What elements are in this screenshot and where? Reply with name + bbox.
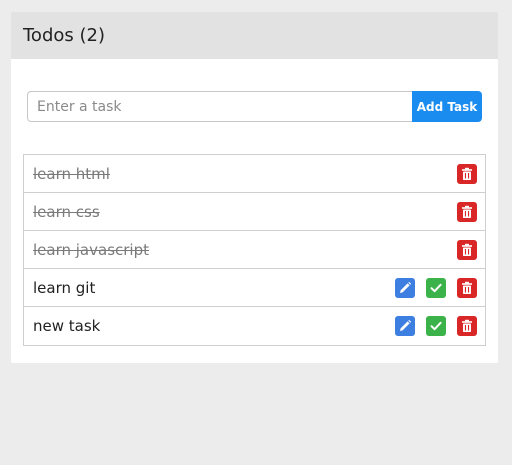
checkmark-icon — [430, 283, 442, 292]
complete-button[interactable] — [426, 316, 446, 336]
todo-item: learn css — [24, 193, 485, 231]
page-title: Todos (2) — [23, 25, 105, 46]
todo-actions — [457, 163, 477, 184]
checkmark-icon — [430, 321, 442, 331]
delete-button[interactable] — [457, 201, 477, 222]
todo-text: learn javascript — [33, 240, 149, 259]
delete-button[interactable] — [457, 163, 477, 184]
trash-icon — [462, 243, 472, 256]
todo-actions — [395, 277, 477, 298]
pencil-icon — [400, 281, 412, 293]
todo-card: Todos (2) Add Task learn html learn css … — [11, 12, 498, 363]
trash-icon — [462, 281, 472, 294]
delete-button[interactable] — [457, 277, 477, 298]
complete-button[interactable] — [426, 277, 446, 298]
todo-actions — [457, 201, 477, 222]
task-input[interactable] — [27, 91, 412, 122]
trash-icon — [462, 205, 472, 218]
todo-item: learn html — [24, 155, 485, 193]
todo-list: learn html learn css learn javascript le… — [23, 154, 486, 346]
todo-text: learn css — [33, 202, 100, 221]
task-form: Add Task — [27, 91, 482, 122]
todo-text: learn git — [33, 278, 96, 297]
todo-item: learn git — [24, 269, 485, 307]
todo-actions — [457, 239, 477, 260]
trash-icon — [462, 319, 472, 332]
delete-button[interactable] — [457, 316, 477, 336]
trash-icon — [462, 167, 472, 180]
delete-button[interactable] — [457, 239, 477, 260]
card-header: Todos (2) — [11, 12, 498, 59]
todo-actions — [395, 316, 477, 336]
todo-text: new task — [33, 317, 101, 335]
pencil-icon — [400, 319, 412, 331]
edit-button[interactable] — [395, 316, 415, 336]
todo-item: new task — [24, 307, 485, 345]
todo-item: learn javascript — [24, 231, 485, 269]
add-task-button[interactable]: Add Task — [412, 91, 482, 122]
edit-button[interactable] — [395, 277, 415, 298]
todo-text: learn html — [33, 164, 110, 183]
